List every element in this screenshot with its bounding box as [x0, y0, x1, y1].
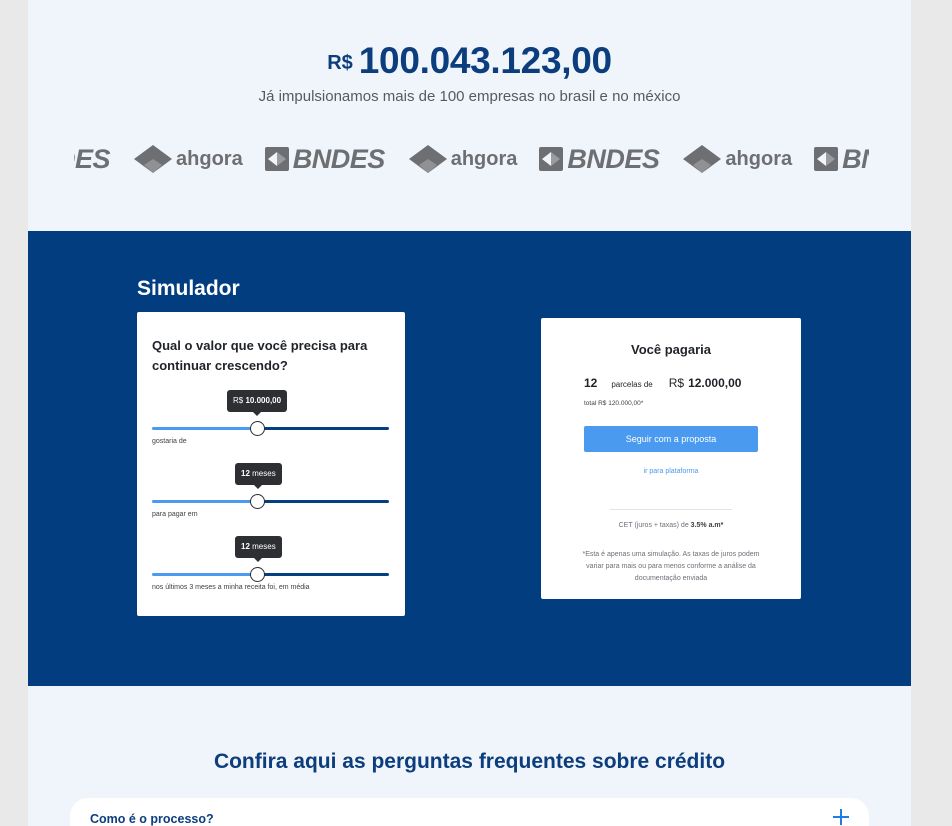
amount-value: 100.043.123,00 — [358, 40, 612, 81]
partner-logo-name: ahgora — [450, 147, 518, 170]
total-amount: R$ 100.043.123,00 — [28, 40, 911, 82]
partner-logo: ahgora — [132, 144, 243, 174]
faq-title: Confira aqui as perguntas frequentes sob… — [213, 750, 726, 773]
amount-slider[interactable]: R$ 10.000,00 gostaria de — [152, 390, 389, 450]
slider-label: para pagar em — [152, 511, 198, 518]
plus-icon[interactable] — [833, 809, 849, 825]
partner-logo: BNDES — [814, 144, 869, 175]
cet-value: 3.5% a.m* — [690, 522, 724, 529]
slider-track[interactable] — [258, 500, 389, 503]
ahgora-logo-icon — [408, 145, 447, 173]
partner-logo-name: BNDES — [292, 143, 386, 174]
continue-proposal-button[interactable]: Seguir com a proposta — [584, 426, 758, 452]
slider-track-fill — [152, 427, 258, 430]
cet-info: CET (juros + taxas) de 3.5% a.m* — [541, 522, 801, 529]
platform-link[interactable]: ir para plataforma — [541, 468, 801, 475]
partner-logo: BNDES — [74, 143, 111, 175]
simulator-form-card: Qual o valor que você precisa para conti… — [137, 312, 405, 616]
simulator-question: Qual o valor que você precisa para conti… — [152, 338, 368, 373]
installment-count: 12 — [584, 376, 598, 390]
slider-label: gostaria de — [152, 438, 187, 445]
installment-word: parcelas de — [611, 380, 653, 389]
tooltip-prefix: R$ — [233, 396, 244, 405]
revenue-tooltip: 12 meses — [235, 536, 282, 562]
partner-logo: ahgora — [407, 144, 518, 174]
partner-logo: ahgora — [681, 144, 792, 174]
simulator-section: Simulador Qual o valor que você precisa … — [28, 231, 911, 686]
landing-page: R$ 100.043.123,00 Já impulsionamos mais d… — [28, 0, 911, 826]
tooltip-value: 12 — [241, 469, 250, 478]
amount-currency: R$ — [327, 52, 353, 74]
tooltip-suffix: meses — [252, 469, 276, 478]
partner-logo-name: BNDES — [567, 143, 660, 174]
tooltip-suffix: meses — [252, 542, 276, 551]
ahgora-logo-icon — [134, 145, 173, 173]
partner-logos-carousel: BNDES ahgora BNDES ahgora BNDES ahgora — [74, 140, 869, 178]
simulation-result-card: Você pagaria 12 parcelas de R$ 12.000,00… — [541, 318, 801, 599]
slider-thumb[interactable] — [250, 494, 265, 509]
cet-label: CET (juros + taxas) de — [618, 522, 689, 529]
partner-logo-name: ahgora — [176, 147, 243, 170]
slider-thumb[interactable] — [250, 421, 265, 436]
bndes-logo-icon — [539, 147, 564, 171]
installment-currency: R$ — [668, 376, 685, 390]
ahgora-logo-icon — [683, 145, 722, 173]
tooltip-value: 12 — [241, 542, 250, 551]
partner-logo-name: ahgora — [725, 147, 793, 170]
simulation-disclaimer: *Esta é apenas uma simulação. As taxas d… — [582, 551, 760, 582]
amount-tooltip: R$ 10.000,00 — [227, 390, 288, 416]
tooltip-value: 10.000,00 — [245, 396, 282, 405]
hero-tagline: Já impulsionamos mais de 100 empresas no… — [258, 88, 681, 105]
slider-track[interactable] — [258, 427, 389, 430]
bndes-logo-icon — [264, 147, 289, 171]
result-heading: Você pagaria — [631, 342, 711, 357]
slider-label: nos últimos 3 meses a minha receita foi,… — [152, 584, 310, 591]
bndes-logo-icon — [814, 147, 839, 171]
slider-thumb[interactable] — [250, 567, 265, 582]
slider-track-fill — [152, 500, 258, 503]
faq-question: Como é o processo? — [90, 812, 214, 826]
simulator-title: Simulador — [137, 277, 240, 300]
logo-track: BNDES ahgora BNDES ahgora BNDES ahgora — [74, 140, 869, 178]
slider-track-fill — [152, 573, 258, 576]
partner-logo: BNDES — [539, 143, 660, 175]
term-slider[interactable]: 12 meses para pagar em — [152, 463, 389, 523]
term-tooltip: 12 meses — [235, 463, 282, 489]
faq-item[interactable]: Como é o processo? — [70, 798, 869, 826]
total-amount-note: total R$ 120.000,00* — [584, 400, 644, 407]
divider — [610, 509, 732, 510]
partner-logo-name: BNDES — [74, 143, 111, 174]
revenue-slider[interactable]: 12 meses nos últimos 3 meses a minha rec… — [152, 536, 389, 596]
partner-logo-name: BNDES — [842, 143, 869, 174]
partner-logo: BNDES — [264, 143, 386, 175]
slider-track[interactable] — [258, 573, 389, 576]
installment-summary: 12 parcelas de R$ 12.000,00 — [584, 376, 741, 390]
installment-value: 12.000,00 — [688, 376, 742, 390]
